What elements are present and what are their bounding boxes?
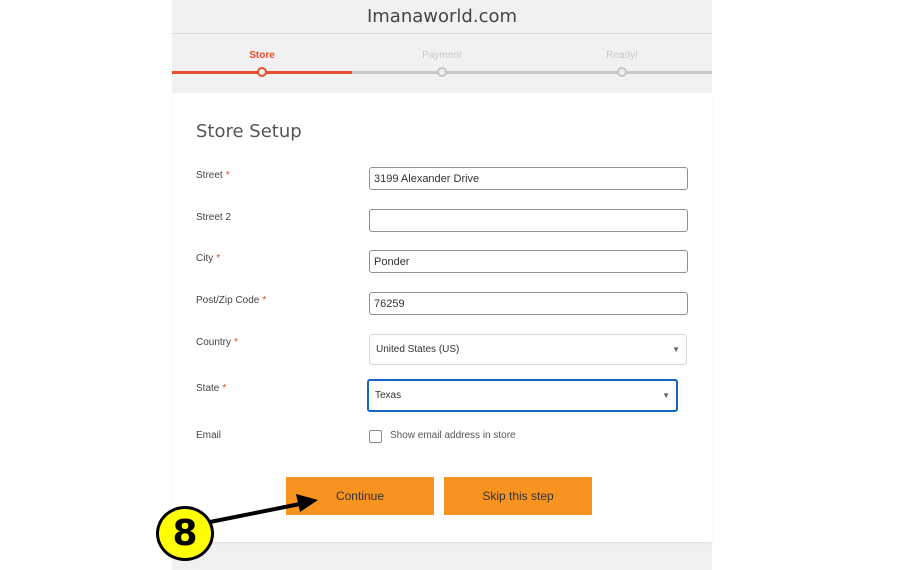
annotation-arrow-line [209,502,301,524]
annotation-arrow [209,494,318,524]
step-number-badge: 8 [156,506,214,561]
annotation-arrow-head [296,494,318,512]
